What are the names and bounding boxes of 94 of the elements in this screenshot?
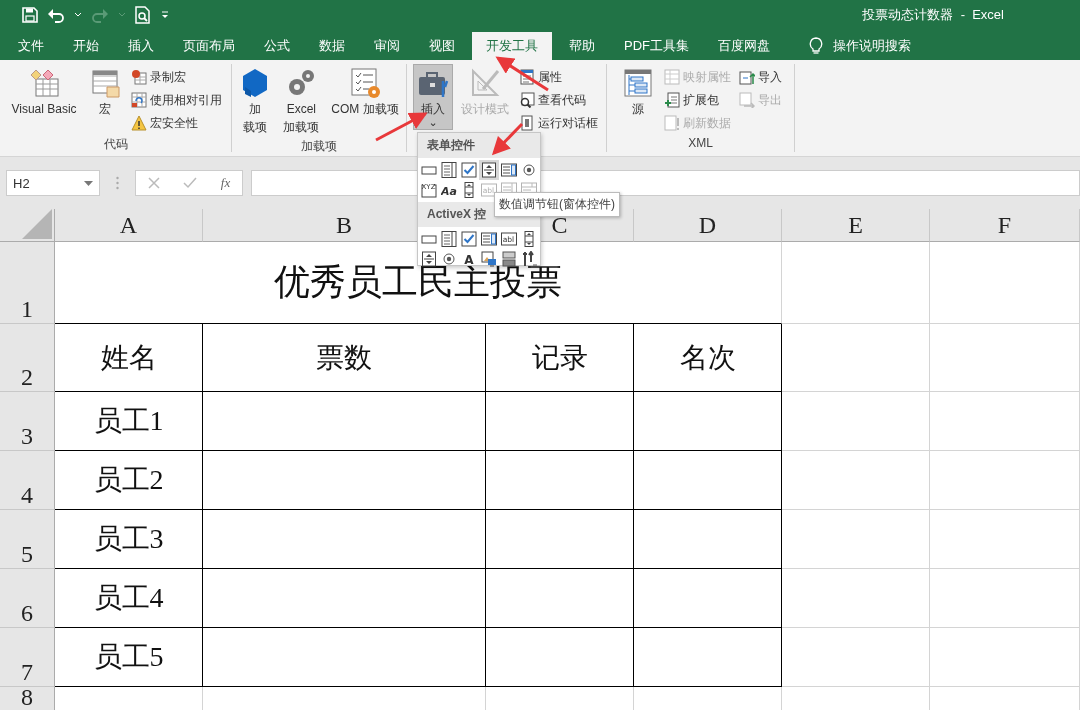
option-control-icon[interactable]	[521, 162, 537, 178]
row-header[interactable]: 2	[0, 324, 55, 392]
spin-button-icon[interactable]	[421, 251, 437, 267]
table-cell: 员工2	[55, 451, 203, 510]
combo-box-icon[interactable]	[441, 162, 457, 178]
menu-section-heading: 表单控件	[418, 133, 540, 158]
table-header: 票数	[203, 324, 486, 392]
ribbon-button[interactable]: 导入	[736, 66, 784, 88]
ribbon-button[interactable]: 源	[617, 64, 658, 126]
group-label: XML	[688, 136, 713, 152]
ribbon-button[interactable]: 宏安全性	[128, 112, 224, 134]
ribbon-tab[interactable]: 帮助	[557, 32, 607, 60]
print-preview-icon[interactable]	[135, 6, 151, 24]
tooltip: 数值调节钮(窗体控件)	[494, 192, 620, 217]
save-icon[interactable]	[22, 7, 38, 23]
export-icon	[738, 92, 755, 108]
annotation-arrow	[495, 56, 549, 92]
ribbon-button[interactable]: 查看代码	[517, 89, 600, 111]
row-header[interactable]: 8	[0, 687, 55, 710]
drag-handle-icon[interactable]	[116, 176, 119, 190]
table-header: 姓名	[55, 324, 203, 392]
list-box-icon[interactable]	[501, 162, 517, 178]
warning-icon	[130, 115, 147, 131]
view-code-icon	[519, 92, 535, 108]
refresh-data-icon	[663, 115, 680, 131]
toggle-button-icon[interactable]	[501, 251, 517, 267]
map-properties-icon	[663, 69, 680, 85]
window-title: 投票动态计数器 - Excel	[862, 6, 1004, 24]
shapes-sheet-icon	[28, 67, 60, 99]
checklist-gear-icon	[349, 67, 381, 99]
ribbon-tab[interactable]: 开始	[61, 32, 111, 60]
undo-icon[interactable]	[47, 7, 65, 23]
table-cell: 员工1	[55, 392, 203, 451]
row-header[interactable]: 4	[0, 451, 55, 510]
row-header[interactable]: 3	[0, 392, 55, 451]
ribbon-tab[interactable]: 插入	[116, 32, 166, 60]
group-label: 加载项	[301, 138, 337, 154]
insert-function-button[interactable]: fx	[220, 175, 231, 191]
row-header[interactable]: 5	[0, 510, 55, 569]
tell-me-search[interactable]: 操作说明搜索	[809, 32, 911, 60]
ribbon-button[interactable]: 扩展包	[661, 89, 733, 111]
tell-me-placeholder: 操作说明搜索	[833, 37, 911, 55]
check-mark-control-icon[interactable]	[461, 162, 477, 178]
check-icon[interactable]	[183, 177, 198, 189]
image-control-icon[interactable]	[481, 251, 497, 267]
check-mark-control-icon[interactable]	[461, 231, 477, 247]
spin-button-icon[interactable]	[481, 162, 497, 178]
import-icon	[738, 69, 755, 85]
group-label: 代码	[103, 136, 128, 152]
expansion-pack-icon	[663, 92, 680, 108]
column-header[interactable]: E	[782, 209, 930, 242]
ribbon-button[interactable]: Excel 加载项	[279, 64, 324, 138]
option-control-icon[interactable]	[441, 251, 457, 267]
table-cell: 员工3	[55, 510, 203, 569]
column-header[interactable]: A	[55, 209, 203, 242]
ribbon-tab[interactable]: 百度网盘	[706, 32, 782, 60]
dropdown-caret-icon	[84, 180, 93, 186]
ribbon-button[interactable]: COM 加载项	[327, 64, 403, 126]
table-header: 记录	[486, 324, 634, 392]
ribbon-button[interactable]: 录制宏	[128, 66, 224, 88]
ribbon-button[interactable]: 属性	[517, 66, 600, 88]
ribbon-button[interactable]: 使用相对引用	[128, 89, 224, 111]
scroll-bar-icon[interactable]	[461, 182, 477, 198]
row-header[interactable]: 1	[0, 242, 55, 324]
table-cell: 员工5	[55, 628, 203, 687]
table-header: 名次	[634, 324, 782, 392]
ribbon-button[interactable]: Visual Basic	[7, 64, 81, 126]
ribbon-button[interactable]: 宏	[84, 64, 125, 126]
combo-box-icon[interactable]	[441, 231, 457, 247]
table-cell: 员工4	[55, 569, 203, 628]
ribbon-button[interactable]: 加 载项	[235, 64, 276, 138]
ribbon-tab[interactable]: 审阅	[362, 32, 412, 60]
ribbon-button[interactable]: 运行对话框	[517, 112, 600, 134]
annotation-arrow	[491, 122, 524, 156]
scroll-bar-icon[interactable]	[521, 231, 537, 247]
relative-grid-icon	[130, 92, 147, 108]
customize-caret-icon[interactable]	[160, 10, 170, 20]
row-header[interactable]: 7	[0, 628, 55, 687]
list-box-icon[interactable]	[481, 231, 497, 247]
ribbon-tab[interactable]: 页面布局	[171, 32, 247, 60]
ribbon-tab[interactable]: PDF工具集	[612, 32, 701, 60]
xml-source-icon	[621, 67, 654, 99]
ribbon-tab[interactable]: 数据	[307, 32, 357, 60]
column-header[interactable]: D	[634, 209, 782, 242]
column-header[interactable]: F	[930, 209, 1080, 242]
row-header[interactable]: 6	[0, 569, 55, 628]
ribbon-tab[interactable]: 公式	[252, 32, 302, 60]
ribbon-tab[interactable]: 开发工具	[472, 32, 552, 60]
lightbulb-icon	[809, 37, 823, 55]
tools-icon[interactable]	[521, 251, 537, 267]
ribbon-tab[interactable]: 文件	[6, 32, 56, 60]
ribbon-tab[interactable]: 视图	[417, 32, 467, 60]
name-box[interactable]: H2	[6, 170, 100, 196]
record-sheet-icon	[130, 69, 147, 85]
